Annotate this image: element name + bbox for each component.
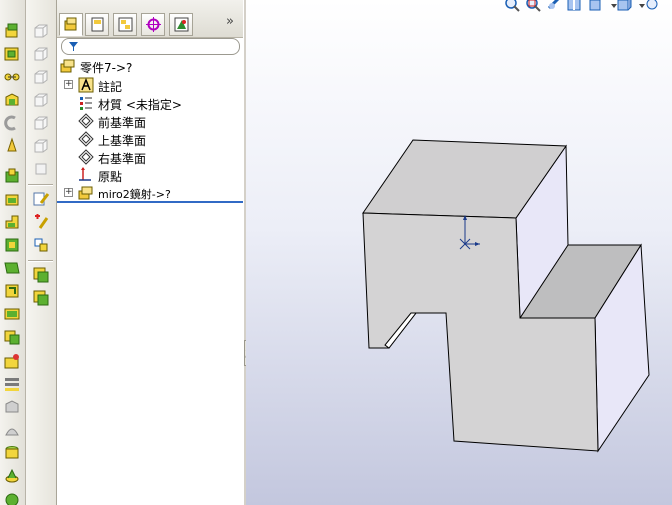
display-manager-tab[interactable] xyxy=(169,13,193,36)
dimxpert-tab[interactable] xyxy=(141,13,165,36)
sphere-icon[interactable] xyxy=(3,490,21,505)
box-view-icon[interactable] xyxy=(32,45,50,63)
property-manager-tab[interactable] xyxy=(85,13,109,36)
shell-icon[interactable] xyxy=(3,328,21,346)
sketch-relations-icon[interactable] xyxy=(32,236,50,254)
linear-pattern-icon[interactable] xyxy=(3,352,21,370)
boundary-cut-icon[interactable] xyxy=(3,259,21,277)
expand-toggle[interactable]: + xyxy=(64,80,73,89)
rollback-bar[interactable] xyxy=(57,201,243,203)
extruded-boss-icon[interactable] xyxy=(3,22,21,40)
part-icon xyxy=(60,58,76,74)
box-view-icon[interactable] xyxy=(32,22,50,40)
configuration-manager-tab[interactable] xyxy=(113,13,137,36)
revolved-boss-icon[interactable] xyxy=(3,45,21,63)
box-view-icon[interactable] xyxy=(32,160,50,178)
part-icon xyxy=(78,185,94,201)
box-view-icon[interactable] xyxy=(32,91,50,109)
feature-tree: 零件7->? + 註記 材質 <未指定> 前基準面 上基準面 右基準面 原點 + xyxy=(57,58,243,203)
material-icon xyxy=(78,95,94,111)
sketch-edit-icon[interactable] xyxy=(32,190,50,208)
move-copy-icon[interactable] xyxy=(32,289,50,307)
graphics-viewport[interactable] xyxy=(246,0,672,505)
plane-icon xyxy=(78,131,94,147)
cylinder-icon[interactable] xyxy=(3,444,21,462)
feature-manager-tabs: » xyxy=(57,0,243,38)
dome-icon[interactable] xyxy=(3,421,21,439)
feature-manager-panel: » 零件7->? + 註記 材質 <未指定> 前基準面 上基準面 右基準面 原點… xyxy=(57,0,245,505)
smart-dimension-icon[interactable] xyxy=(32,213,50,231)
origin-icon xyxy=(78,167,94,183)
box-view-icon[interactable] xyxy=(32,114,50,132)
rib-icon[interactable] xyxy=(3,305,21,323)
expand-toggle[interactable]: + xyxy=(64,188,73,197)
annotations-icon xyxy=(78,77,94,93)
box-view-icon[interactable] xyxy=(32,137,50,155)
extruded-cut-icon[interactable] xyxy=(3,167,21,185)
reference-geometry-toolbar xyxy=(26,0,57,505)
part-model[interactable] xyxy=(246,0,672,505)
draft-icon[interactable] xyxy=(3,398,21,416)
chamfer-icon[interactable] xyxy=(3,282,21,300)
box-view-icon[interactable] xyxy=(32,68,50,86)
instant3d-icon[interactable] xyxy=(32,266,50,284)
features-toolbar xyxy=(0,0,26,505)
feature-manager-tab[interactable] xyxy=(59,13,83,36)
plane-icon xyxy=(78,149,94,165)
lofted-boss-icon[interactable] xyxy=(3,91,21,109)
revolved-cut-icon[interactable] xyxy=(3,190,21,208)
expand-panel-button[interactable]: » xyxy=(226,14,240,30)
mirror-icon[interactable] xyxy=(3,375,21,393)
filter-icon xyxy=(69,42,78,51)
fillet-icon[interactable] xyxy=(3,137,21,155)
boundary-boss-icon[interactable] xyxy=(3,114,21,132)
wrap-icon[interactable] xyxy=(3,467,21,485)
lofted-cut-icon[interactable] xyxy=(3,236,21,254)
swept-boss-icon[interactable] xyxy=(3,68,21,86)
tree-filter-field[interactable] xyxy=(61,38,240,55)
swept-cut-icon[interactable] xyxy=(3,213,21,231)
plane-icon xyxy=(78,113,94,129)
